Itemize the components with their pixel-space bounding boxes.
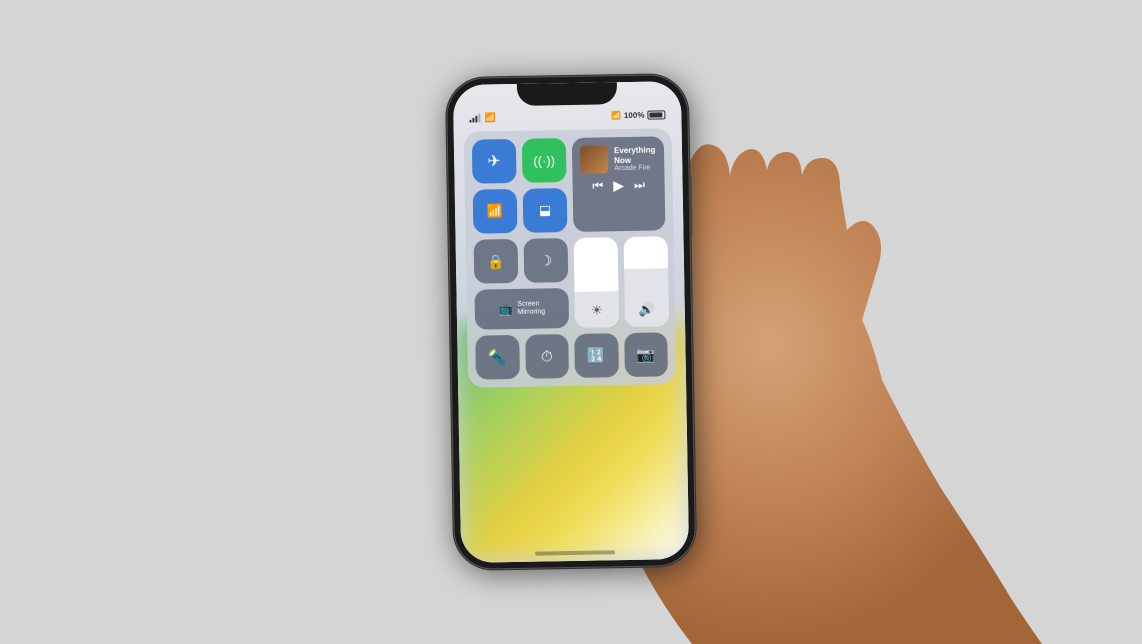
- now-playing-top: Everything Now Arcade Fire: [580, 144, 656, 173]
- left-buttons: 🔒 ☽ 📺 ScreenMirroring: [474, 238, 570, 330]
- track-artist: Arcade Fire: [614, 165, 656, 173]
- play-pause-button[interactable]: ▶: [613, 177, 624, 194]
- bluetooth-icon: 📶: [611, 111, 621, 120]
- airplane-icon: ✈: [487, 151, 501, 171]
- camera-icon: 📷: [636, 346, 655, 364]
- timer-icon: ⏱: [541, 348, 553, 365]
- wifi-status-icon: 📶: [484, 112, 495, 123]
- brightness-slider[interactable]: ☀: [574, 237, 620, 328]
- control-center: ✈ ((·)) 📶 ⬓: [464, 128, 676, 388]
- calculator-button[interactable]: 🔢: [574, 333, 618, 378]
- flashlight-icon: 🔦: [488, 348, 507, 366]
- signal-bar-1: [469, 119, 471, 122]
- brightness-icon: ☀: [591, 302, 603, 317]
- moon-icon: ☽: [539, 252, 552, 269]
- notch: [517, 82, 617, 106]
- calculator-icon: 🔢: [587, 346, 606, 364]
- battery-fill: [649, 112, 662, 117]
- airplane-mode-button[interactable]: ✈: [472, 139, 517, 184]
- track-info: Everything Now Arcade Fire: [614, 145, 656, 172]
- lock-dnd-row: 🔒 ☽: [474, 238, 569, 284]
- screen-mirroring-icon: 📺: [498, 302, 513, 316]
- sliders-area: ☀ 🔊: [574, 236, 670, 328]
- top-row: ✈ ((·)) 📶 ⬓: [472, 136, 666, 233]
- do-not-disturb-button[interactable]: ☽: [524, 238, 569, 283]
- full-scene: 📶 📶 100%: [0, 0, 1142, 644]
- bluetooth-icon-btn: ⬓: [539, 202, 552, 218]
- middle-row: 🔒 ☽ 📺 ScreenMirroring: [474, 236, 668, 329]
- signal-bar-3: [475, 115, 477, 122]
- phone: 📶 📶 100%: [447, 75, 696, 569]
- rotation-lock-icon: 🔒: [487, 253, 505, 270]
- flashlight-button[interactable]: 🔦: [475, 335, 519, 380]
- signal-area: 📶: [469, 112, 495, 123]
- camera-button[interactable]: 📷: [624, 332, 668, 377]
- wifi-icon: 📶: [487, 203, 503, 219]
- battery-indicator: [647, 110, 665, 119]
- phone-body: 📶 📶 100%: [447, 75, 696, 569]
- bottom-row: 🔦 ⏱ 🔢 📷: [475, 332, 668, 379]
- rewind-button[interactable]: ⏮: [592, 178, 603, 193]
- connectivity-grid: ✈ ((·)) 📶 ⬓: [472, 138, 568, 234]
- track-title: Everything Now: [614, 145, 656, 165]
- phone-screen: 📶 📶 100%: [453, 81, 689, 563]
- bluetooth-button[interactable]: ⬓: [523, 188, 568, 233]
- now-playing-widget: Everything Now Arcade Fire ⏮ ▶ ⏭: [572, 136, 666, 232]
- fast-forward-button[interactable]: ⏭: [634, 178, 645, 193]
- screen-mirroring-button[interactable]: 📺 ScreenMirroring: [474, 288, 569, 330]
- album-art: [580, 145, 608, 173]
- timer-button[interactable]: ⏱: [525, 334, 569, 379]
- cellular-button[interactable]: ((·)): [522, 138, 567, 183]
- signal-bar-4: [478, 113, 480, 122]
- battery-percent: 100%: [624, 111, 645, 120]
- screen-mirroring-label: ScreenMirroring: [517, 300, 545, 317]
- volume-icon: 🔊: [639, 302, 655, 317]
- volume-slider[interactable]: 🔊: [624, 236, 670, 327]
- signal-bar-2: [472, 117, 474, 122]
- signal-strength: [469, 114, 480, 122]
- cellular-icon: ((·)): [533, 153, 555, 168]
- rotation-lock-button[interactable]: 🔒: [474, 239, 519, 284]
- wifi-button[interactable]: 📶: [473, 189, 518, 234]
- battery-area: 📶 100%: [611, 110, 666, 120]
- playback-controls: ⏮ ▶ ⏭: [580, 176, 656, 194]
